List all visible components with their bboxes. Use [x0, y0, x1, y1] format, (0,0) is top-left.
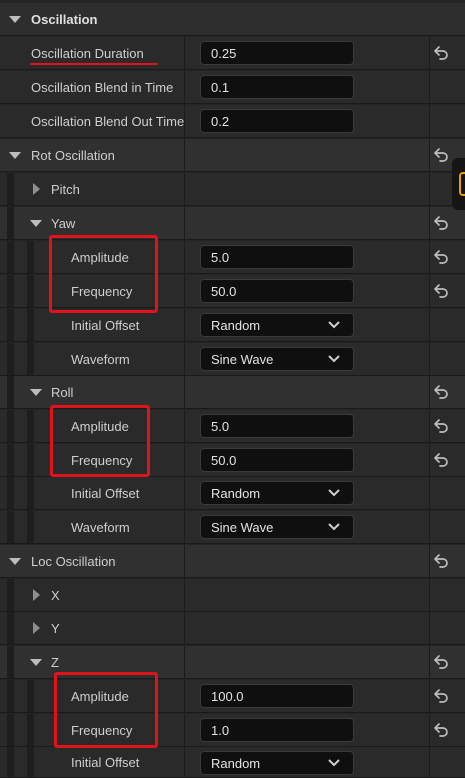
group-z[interactable]: Z	[0, 646, 465, 679]
group-rot-oscillation[interactable]: Rot Oscillation	[0, 139, 465, 172]
reset-to-default-icon[interactable]	[432, 721, 450, 739]
yaw-waveform-dropdown[interactable]: Sine Wave	[200, 347, 354, 371]
property-label: Amplitude	[71, 688, 129, 704]
group-title: Loc Oscillation	[31, 553, 116, 569]
z-amplitude-input[interactable]: 100.0	[200, 684, 354, 708]
group-title: Yaw	[51, 215, 76, 231]
z-frequency-input[interactable]: 1.0	[200, 718, 354, 742]
section-oscillation[interactable]: Oscillation	[0, 3, 465, 36]
reset-to-default-icon[interactable]	[432, 552, 450, 570]
property-label: Oscillation Blend in Time	[31, 79, 174, 95]
property-label: Amplitude	[71, 418, 129, 434]
property-label: Initial Offset	[71, 317, 140, 333]
highlight-underline	[30, 63, 158, 65]
property-row-roll-initial-offset: Initial Offset Random	[0, 477, 465, 510]
reset-to-default-icon[interactable]	[432, 248, 450, 266]
roll-amplitude-input[interactable]: 5.0	[200, 414, 354, 438]
property-row-z-initial-offset: Initial Offset Random	[0, 747, 465, 778]
group-pitch[interactable]: Pitch	[0, 173, 465, 206]
collapsed-arrow-icon[interactable]	[30, 612, 42, 644]
property-row-yaw-initial-offset: Initial Offset Random	[0, 309, 465, 342]
reset-to-default-icon[interactable]	[432, 653, 450, 671]
expand-arrow-icon[interactable]	[30, 646, 42, 678]
property-label: Initial Offset	[71, 485, 140, 501]
reset-to-default-icon[interactable]	[432, 146, 450, 164]
group-x[interactable]: X	[0, 579, 465, 612]
reset-to-default-icon[interactable]	[432, 417, 450, 435]
side-dock-tab[interactable]	[452, 158, 465, 210]
property-row-yaw-waveform: Waveform Sine Wave	[0, 343, 465, 376]
property-row-roll-frequency: Frequency 50.0	[0, 444, 465, 477]
roll-initial-offset-dropdown[interactable]: Random	[200, 481, 354, 505]
tab-accent-icon	[459, 172, 465, 196]
expand-arrow-icon[interactable]	[30, 376, 42, 408]
property-row-roll-amplitude: Amplitude 5.0	[0, 410, 465, 443]
chevron-down-icon	[328, 489, 340, 497]
property-row-blend-out: Oscillation Blend Out Time 0.2	[0, 105, 465, 138]
property-row-z-frequency: Frequency 1.0	[0, 714, 465, 747]
yaw-initial-offset-dropdown[interactable]: Random	[200, 313, 354, 337]
group-roll[interactable]: Roll	[0, 376, 465, 409]
reset-to-default-icon[interactable]	[432, 44, 450, 62]
roll-frequency-input[interactable]: 50.0	[200, 448, 354, 472]
property-label: Frequency	[71, 452, 133, 468]
property-row-z-amplitude: Amplitude 100.0	[0, 680, 465, 713]
group-title: Rot Oscillation	[31, 147, 115, 163]
property-row-roll-waveform: Waveform Sine Wave	[0, 511, 465, 544]
blend-in-input[interactable]: 0.1	[200, 75, 354, 99]
collapsed-arrow-icon[interactable]	[30, 173, 42, 205]
duration-input[interactable]: 0.25	[200, 41, 354, 65]
dropdown-value: Random	[211, 485, 261, 501]
group-title: Y	[51, 620, 60, 636]
expand-arrow-icon[interactable]	[9, 545, 21, 577]
expand-arrow-icon[interactable]	[9, 139, 21, 171]
expand-arrow-icon[interactable]	[9, 3, 21, 35]
property-row-duration: Oscillation Duration 0.25	[0, 37, 465, 70]
chevron-down-icon	[328, 355, 340, 363]
yaw-amplitude-input[interactable]: 5.0	[200, 245, 354, 269]
property-label: Initial Offset	[71, 754, 140, 770]
property-row-yaw-frequency: Frequency 50.0	[0, 275, 465, 308]
blend-out-input[interactable]: 0.2	[200, 109, 354, 133]
group-y[interactable]: Y	[0, 612, 465, 645]
reset-to-default-icon[interactable]	[432, 214, 450, 232]
chevron-down-icon	[328, 523, 340, 531]
group-loc-oscillation[interactable]: Loc Oscillation	[0, 545, 465, 578]
collapsed-arrow-icon[interactable]	[30, 579, 42, 611]
dropdown-value: Sine Wave	[211, 351, 274, 367]
details-panel: Oscillation Oscillation Duration 0.25 Os…	[0, 0, 465, 778]
property-label: Oscillation Blend Out Time	[31, 113, 185, 129]
yaw-frequency-input[interactable]: 50.0	[200, 279, 354, 303]
property-label: Waveform	[71, 519, 130, 535]
group-title: Z	[51, 654, 59, 670]
group-title: Pitch	[51, 181, 80, 197]
z-initial-offset-dropdown[interactable]: Random	[200, 751, 354, 775]
reset-to-default-icon[interactable]	[432, 282, 450, 300]
dropdown-value: Random	[211, 317, 261, 333]
dropdown-value: Sine Wave	[211, 519, 274, 535]
reset-to-default-icon[interactable]	[432, 383, 450, 401]
property-row-yaw-amplitude: Amplitude 5.0	[0, 241, 465, 274]
property-label: Frequency	[71, 283, 133, 299]
reset-to-default-icon[interactable]	[432, 451, 450, 469]
chevron-down-icon	[328, 321, 340, 329]
group-title: X	[51, 587, 60, 603]
group-title: Roll	[51, 384, 74, 400]
roll-waveform-dropdown[interactable]: Sine Wave	[200, 515, 354, 539]
property-label: Amplitude	[71, 249, 129, 265]
expand-arrow-icon[interactable]	[30, 207, 42, 239]
property-label: Waveform	[71, 351, 130, 367]
property-row-blend-in: Oscillation Blend in Time 0.1	[0, 71, 465, 104]
dropdown-value: Random	[211, 755, 261, 771]
reset-to-default-icon[interactable]	[432, 687, 450, 705]
property-label: Frequency	[71, 722, 133, 738]
chevron-down-icon	[328, 759, 340, 767]
section-title: Oscillation	[31, 11, 98, 27]
group-yaw[interactable]: Yaw	[0, 207, 465, 240]
